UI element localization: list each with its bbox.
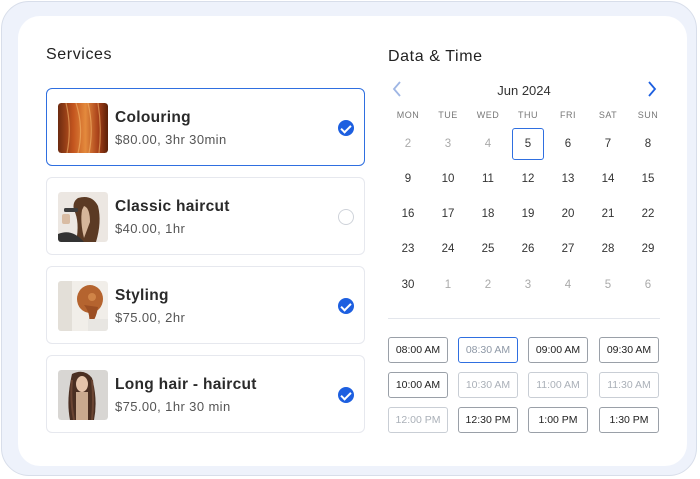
time-slot-button[interactable]: 09:30 AM — [599, 337, 659, 363]
time-slot-button[interactable]: 1:30 PM — [599, 407, 659, 433]
service-price-duration: $75.00, 2hr — [115, 310, 186, 325]
calendar-day[interactable]: 6 — [552, 128, 584, 160]
weekday-label: TUE — [438, 110, 458, 120]
service-name: Styling — [115, 287, 169, 304]
calendar-day[interactable]: 16 — [392, 198, 424, 230]
calendar-day[interactable]: 26 — [512, 233, 544, 265]
calendar-day: 2 — [404, 138, 412, 150]
calendar-day[interactable]: 19 — [512, 198, 544, 230]
services-title: Services — [46, 46, 113, 63]
widget-frame: Services Colouring $80.00, 3hr 30min Cla… — [1, 1, 697, 476]
time-slot-button[interactable]: 08:00 AM — [388, 337, 448, 363]
time-slot-button[interactable]: 10:00 AM — [388, 372, 448, 398]
styling-thumbnail — [58, 281, 108, 331]
weekday-label: FRI — [560, 110, 576, 120]
calendar-day[interactable]: 27 — [552, 233, 584, 265]
calendar-day[interactable]: 13 — [552, 163, 584, 195]
calendar-day[interactable]: 17 — [432, 198, 464, 230]
calendar-day[interactable]: 9 — [392, 163, 424, 195]
service-name: Classic haircut — [115, 198, 230, 215]
calendar-day[interactable]: 22 — [632, 198, 664, 230]
time-slot-button: 10:30 AM — [458, 372, 518, 398]
service-price-duration: $75.00, 1hr 30 min — [115, 399, 231, 414]
calendar-month-label: Jun 2024 — [497, 83, 551, 98]
classic-haircut-thumbnail — [58, 192, 108, 242]
weekday-label: THU — [518, 110, 538, 120]
datetime-title: Data & Time — [388, 48, 483, 65]
weekday-label: SAT — [598, 110, 618, 120]
time-slot-button[interactable]: 1:00 PM — [528, 407, 588, 433]
calendar-day[interactable]: 14 — [592, 163, 624, 195]
calendar-day: 1 — [444, 279, 452, 291]
booking-card: Services Colouring $80.00, 3hr 30min Cla… — [18, 16, 687, 466]
calendar-day[interactable]: 15 — [632, 163, 664, 195]
time-slot-button[interactable]: 09:00 AM — [528, 337, 588, 363]
time-slot-button: 11:30 AM — [599, 372, 659, 398]
calendar-day[interactable]: 10 — [432, 163, 464, 195]
calendar-day: 4 — [564, 279, 572, 291]
calendar-day: 4 — [484, 138, 492, 150]
service-card-long-hair-haircut[interactable]: Long hair - haircut $75.00, 1hr 30 min — [46, 355, 365, 433]
calendar-day[interactable]: 21 — [592, 198, 624, 230]
calendar-day: 3 — [524, 279, 532, 291]
checkmark-icon[interactable] — [338, 387, 354, 403]
calendar-day: 2 — [484, 279, 492, 291]
weekday-label: SUN — [637, 110, 659, 120]
calendar-day[interactable]: 5 — [512, 128, 544, 160]
calendar-day[interactable]: 11 — [472, 163, 504, 195]
service-card-styling[interactable]: Styling $75.00, 2hr — [46, 266, 365, 344]
calendar-day[interactable]: 18 — [472, 198, 504, 230]
calendar-day[interactable]: 24 — [432, 233, 464, 265]
time-slot-button[interactable]: 12:30 PM — [458, 407, 518, 433]
calendar-day[interactable]: 12 — [512, 163, 544, 195]
service-card-classic-haircut[interactable]: Classic haircut $40.00, 1hr — [46, 177, 365, 255]
service-name: Long hair - haircut — [115, 376, 257, 393]
long-hair-thumbnail — [58, 370, 108, 420]
radio-icon[interactable] — [338, 209, 354, 225]
calendar-day[interactable]: 25 — [472, 233, 504, 265]
weekday-label: WED — [476, 110, 500, 120]
time-slot-button: 12:00 PM — [388, 407, 448, 433]
service-card-colouring[interactable]: Colouring $80.00, 3hr 30min — [46, 88, 365, 166]
calendar-day[interactable]: 30 — [392, 269, 424, 301]
colouring-thumbnail — [58, 103, 108, 153]
calendar-day[interactable]: 7 — [592, 128, 624, 160]
service-name: Colouring — [115, 109, 191, 126]
time-slot-button: 11:00 AM — [528, 372, 588, 398]
calendar-day: 5 — [604, 279, 612, 291]
service-price-duration: $40.00, 1hr — [115, 221, 186, 236]
checkmark-icon[interactable] — [338, 298, 354, 314]
calendar-day[interactable]: 20 — [552, 198, 584, 230]
calendar-day[interactable]: 23 — [392, 233, 424, 265]
divider — [388, 318, 660, 319]
time-slot-button[interactable]: 08:30 AM — [458, 337, 518, 363]
calendar-day: 3 — [444, 138, 452, 150]
calendar-day[interactable]: 8 — [632, 128, 664, 160]
service-price-duration: $80.00, 3hr 30min — [115, 132, 227, 147]
weekday-label: MON — [396, 110, 420, 120]
chevron-right-icon[interactable] — [646, 79, 658, 99]
calendar-day[interactable]: 28 — [592, 233, 624, 265]
checkmark-icon[interactable] — [338, 120, 354, 136]
calendar-day[interactable]: 29 — [632, 233, 664, 265]
calendar-day: 6 — [644, 279, 652, 291]
